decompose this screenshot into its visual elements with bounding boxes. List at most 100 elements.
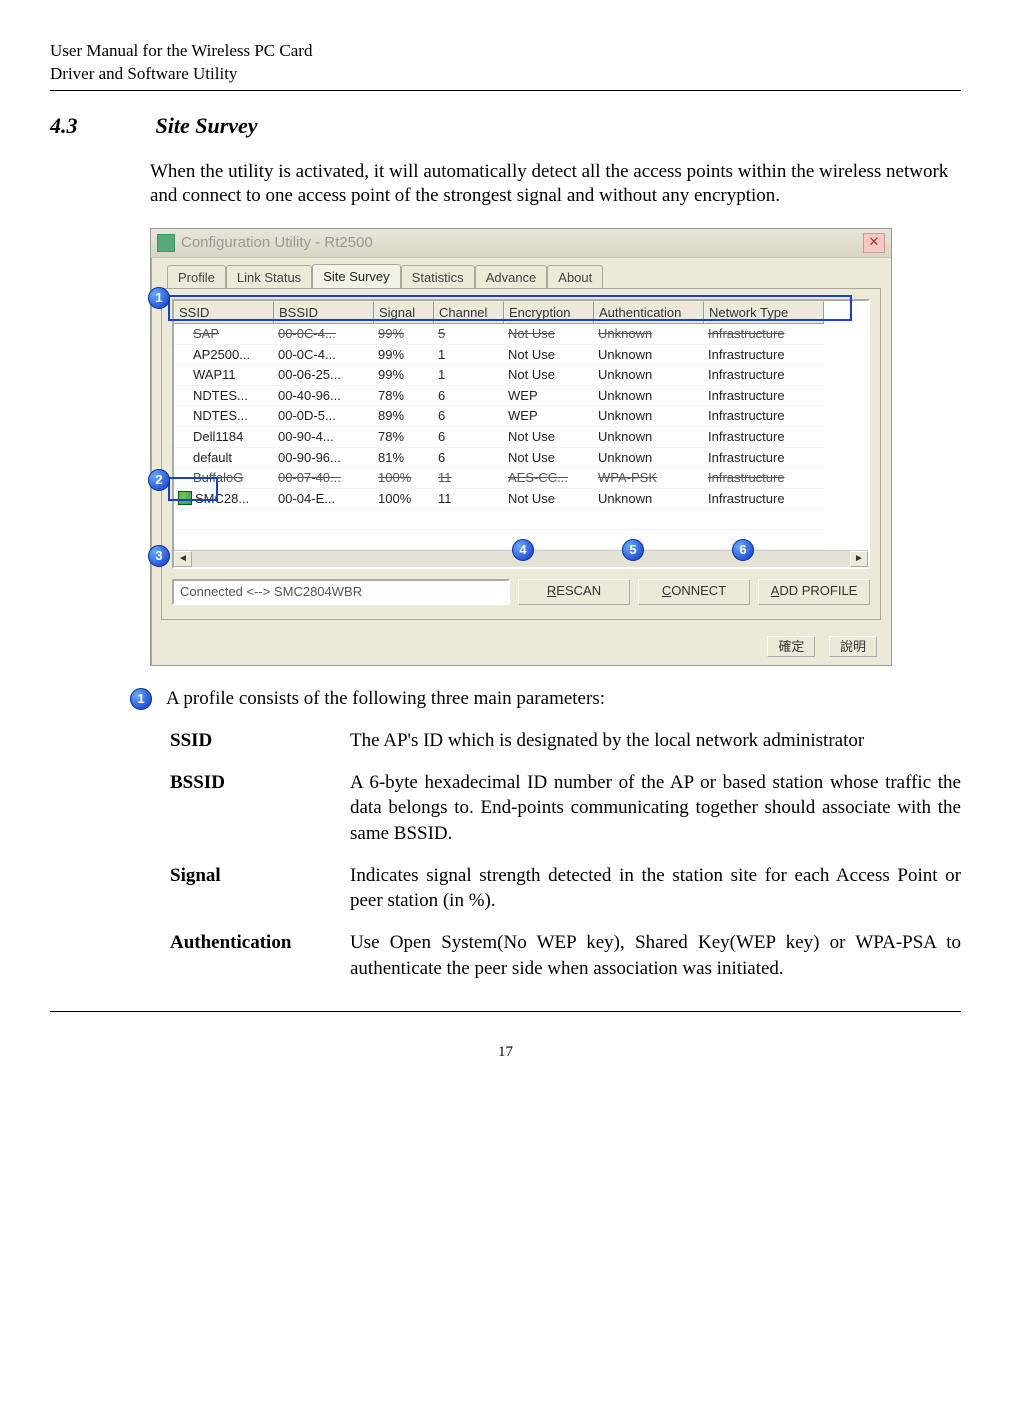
list-cell: WEP bbox=[504, 386, 594, 407]
desc-signal: Indicates signal strength detected in th… bbox=[350, 863, 961, 914]
add-profile-button[interactable]: ADD PROFILE bbox=[758, 579, 870, 605]
titlebar[interactable]: Configuration Utility - Rt2500 ✕ bbox=[151, 229, 891, 258]
callout-3-icon: 3 bbox=[148, 545, 170, 567]
list-cell: 6 bbox=[434, 386, 504, 407]
def-authentication: Authentication Use Open System(No WEP ke… bbox=[170, 930, 961, 981]
page-number: 17 bbox=[50, 1042, 961, 1062]
list-cell: 6 bbox=[434, 406, 504, 427]
col-bssid[interactable]: BSSID bbox=[274, 301, 374, 325]
list-header[interactable]: SSID BSSID Signal Channel Encryption Aut… bbox=[174, 301, 868, 325]
col-authentication[interactable]: Authentication bbox=[594, 301, 704, 325]
tab-statistics[interactable]: Statistics bbox=[401, 265, 475, 289]
connect-button[interactable]: CONNECT bbox=[638, 579, 750, 605]
list-cell: Unknown bbox=[594, 345, 704, 366]
list-cell: Infrastructure bbox=[704, 489, 824, 510]
app-icon bbox=[157, 234, 175, 252]
list-cell: NDTES... bbox=[174, 386, 274, 407]
list-cell: 00-04-E... bbox=[274, 489, 374, 510]
list-cell: 00-0D-5... bbox=[274, 406, 374, 427]
desc-authentication: Use Open System(No WEP key), Shared Key(… bbox=[350, 930, 961, 981]
callout-2-icon: 2 bbox=[148, 469, 170, 491]
list-cell: Unknown bbox=[594, 324, 704, 345]
list-cell: 78% bbox=[374, 386, 434, 407]
list-row[interactable]: NDTES...00-0D-5...89%6WEPUnknownInfrastr… bbox=[174, 406, 868, 427]
def-signal: Signal Indicates signal strength detecte… bbox=[170, 863, 961, 914]
term-authentication: Authentication bbox=[170, 930, 310, 981]
rescan-button[interactable]: RESCAN bbox=[518, 579, 630, 605]
callout-5-icon: 5 bbox=[622, 539, 644, 561]
help-button[interactable]: 說明 bbox=[829, 636, 877, 657]
list-row[interactable]: BuffaloG00-07-40...100%11AES-CC...WPA-PS… bbox=[174, 468, 868, 489]
list-cell: 6 bbox=[434, 427, 504, 448]
list-cell: Not Use bbox=[504, 345, 594, 366]
dialog-buttons: 確定 說明 bbox=[151, 630, 891, 666]
ap-list[interactable]: SSID BSSID Signal Channel Encryption Aut… bbox=[172, 299, 870, 570]
list-row[interactable]: SMC28...00-04-E...100%11Not UseUnknownIn… bbox=[174, 489, 868, 510]
close-icon[interactable]: ✕ bbox=[863, 233, 885, 253]
callout-1-icon: 1 bbox=[148, 287, 170, 309]
list-cell: 1 bbox=[434, 365, 504, 386]
section-number: 4.3 bbox=[50, 111, 150, 141]
list-cell: 00-40-96... bbox=[274, 386, 374, 407]
list-cell: 00-0C-4... bbox=[274, 324, 374, 345]
list-cell: Not Use bbox=[504, 427, 594, 448]
list-cell: Not Use bbox=[504, 448, 594, 469]
list-cell: 00-06-25... bbox=[274, 365, 374, 386]
list-row[interactable]: AP2500...00-0C-4...99%1Not UseUnknownInf… bbox=[174, 345, 868, 366]
list-row[interactable]: default00-90-96...81%6Not UseUnknownInfr… bbox=[174, 448, 868, 469]
header-rule bbox=[50, 90, 961, 91]
col-ssid[interactable]: SSID bbox=[174, 301, 274, 325]
list-cell: WEP bbox=[504, 406, 594, 427]
col-network-type[interactable]: Network Type bbox=[704, 301, 824, 325]
list-cell: AES-CC... bbox=[504, 468, 594, 489]
tab-row: Profile Link Status Site Survey Statisti… bbox=[151, 258, 891, 288]
list-cell: 5 bbox=[434, 324, 504, 345]
term-bssid: BSSID bbox=[170, 770, 310, 847]
term-ssid: SSID bbox=[170, 728, 310, 754]
list-cell: 78% bbox=[374, 427, 434, 448]
callout-4-icon: 4 bbox=[512, 539, 534, 561]
col-signal[interactable]: Signal bbox=[374, 301, 434, 325]
list-cell: 00-07-40... bbox=[274, 468, 374, 489]
list-cell: Infrastructure bbox=[704, 324, 824, 345]
list-cell: 11 bbox=[434, 489, 504, 510]
list-row[interactable]: NDTES...00-40-96...78%6WEPUnknownInfrast… bbox=[174, 386, 868, 407]
list-cell: Infrastructure bbox=[704, 345, 824, 366]
list-row[interactable]: WAP1100-06-25...99%1Not UseUnknownInfras… bbox=[174, 365, 868, 386]
col-channel[interactable]: Channel bbox=[434, 301, 504, 325]
callout-6-icon: 6 bbox=[732, 539, 754, 561]
list-cell: Not Use bbox=[504, 324, 594, 345]
status-box: Connected <--> SMC2804WBR bbox=[172, 579, 510, 605]
tab-about[interactable]: About bbox=[547, 265, 603, 289]
list-cell: BuffaloG bbox=[174, 468, 274, 489]
tab-link-status[interactable]: Link Status bbox=[226, 265, 312, 289]
list-cell: Unknown bbox=[594, 365, 704, 386]
list-cell: 81% bbox=[374, 448, 434, 469]
list-cell: Unknown bbox=[594, 386, 704, 407]
header-line1: User Manual for the Wireless PC Card bbox=[50, 40, 312, 63]
explain-1: 1 A profile consists of the following th… bbox=[130, 686, 961, 712]
list-cell: Infrastructure bbox=[704, 427, 824, 448]
col-encryption[interactable]: Encryption bbox=[504, 301, 594, 325]
tab-profile[interactable]: Profile bbox=[167, 265, 226, 289]
list-cell: 100% bbox=[374, 468, 434, 489]
ok-button[interactable]: 確定 bbox=[767, 636, 815, 657]
def-ssid: SSID The AP's ID which is designated by … bbox=[170, 728, 961, 754]
scroll-left-icon[interactable]: ◄ bbox=[174, 551, 192, 567]
list-cell: WPA-PSK bbox=[594, 468, 704, 489]
scroll-right-icon[interactable]: ► bbox=[850, 551, 868, 567]
list-cell: Infrastructure bbox=[704, 386, 824, 407]
tab-advance[interactable]: Advance bbox=[475, 265, 548, 289]
list-cell: 89% bbox=[374, 406, 434, 427]
list-cell: Infrastructure bbox=[704, 448, 824, 469]
list-cell: Not Use bbox=[504, 489, 594, 510]
list-row[interactable]: SAP00-0C-4...99%5Not UseUnknownInfrastru… bbox=[174, 324, 868, 345]
list-cell: SAP bbox=[174, 324, 274, 345]
tab-site-survey[interactable]: Site Survey bbox=[312, 264, 400, 288]
list-cell: 00-0C-4... bbox=[274, 345, 374, 366]
bubble-1-icon: 1 bbox=[130, 688, 152, 710]
list-row[interactable]: Dell118400-90-4...78%6Not UseUnknownInfr… bbox=[174, 427, 868, 448]
list-cell: Unknown bbox=[594, 489, 704, 510]
explain-1-text: A profile consists of the following thre… bbox=[166, 686, 961, 712]
list-empty-row bbox=[174, 509, 868, 530]
